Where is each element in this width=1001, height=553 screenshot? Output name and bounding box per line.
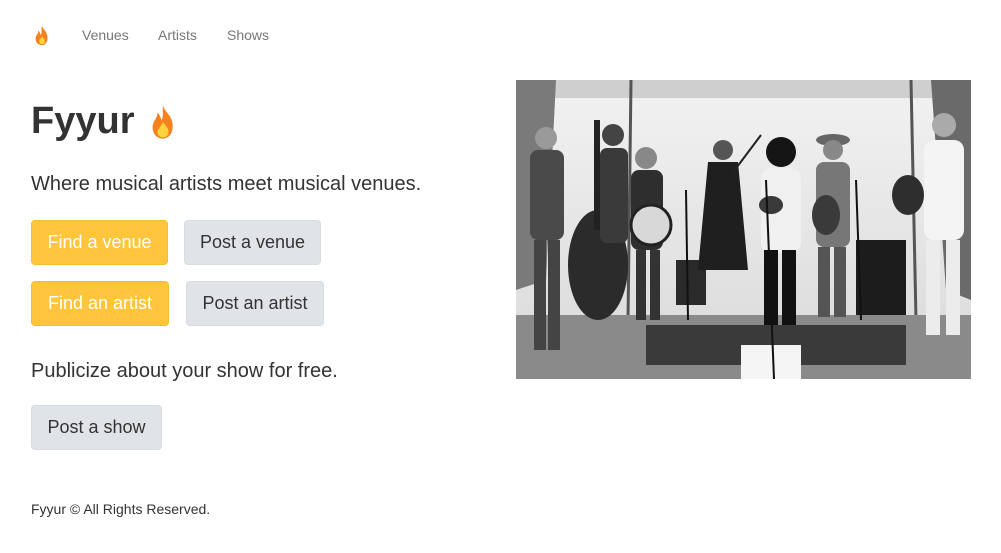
- flame-icon[interactable]: [31, 25, 53, 47]
- nav-link-artists[interactable]: Artists: [158, 27, 197, 43]
- post-artist-button[interactable]: Post an artist: [186, 281, 324, 326]
- find-venue-button[interactable]: Find a venue: [31, 220, 168, 265]
- page-title: Fyyur: [31, 100, 180, 143]
- post-show-button[interactable]: Post a show: [31, 405, 162, 450]
- nav-link-shows[interactable]: Shows: [227, 27, 269, 43]
- top-navbar: Venues Artists Shows: [0, 0, 1001, 72]
- flame-icon: [146, 104, 180, 140]
- page-title-text: Fyyur: [31, 100, 135, 142]
- band-photo: [516, 80, 971, 379]
- find-artist-button[interactable]: Find an artist: [31, 281, 169, 326]
- tagline: Where musical artists meet musical venue…: [31, 173, 422, 195]
- nav-link-venues[interactable]: Venues: [82, 27, 129, 43]
- publicize-text: Publicize about your show for free.: [31, 360, 338, 382]
- footer-text: Fyyur © All Rights Reserved.: [31, 501, 211, 517]
- post-venue-button[interactable]: Post a venue: [184, 220, 321, 265]
